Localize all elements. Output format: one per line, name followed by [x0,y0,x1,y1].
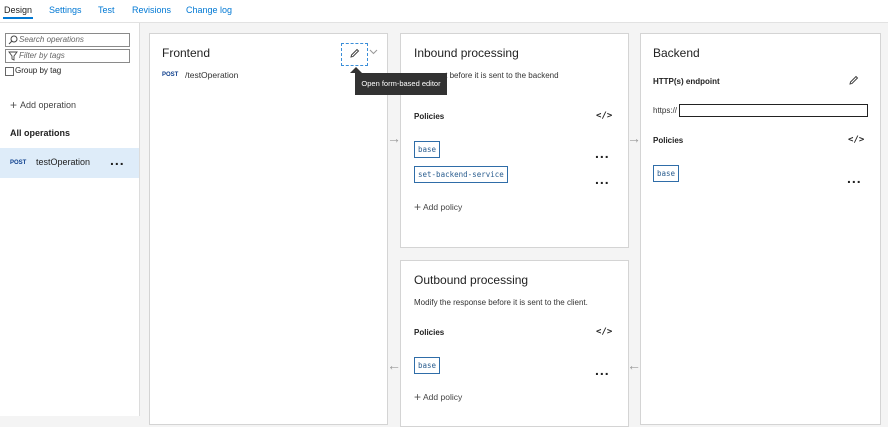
frontend-card: Frontend [149,33,388,425]
all-operations-link[interactable]: All operations [10,128,70,138]
backend-policies-label: Policies [653,136,684,145]
operation-row[interactable]: POST testOperation ... [0,148,139,178]
inbound-add-policy-button[interactable]: + Add policy [414,199,463,214]
inbound-policy-base[interactable]: base [414,141,441,158]
backend-url-prefix: https:// [653,106,678,115]
tab-change-log[interactable]: Change log [186,5,232,15]
edit-button[interactable] [341,43,368,66]
outbound-policy-base-more[interactable]: ... [595,363,610,377]
backend-policy-base[interactable]: base [653,165,680,182]
backend-title: Backend [653,46,700,60]
operations-panel: Group by tag +Add operation All operatio… [0,23,140,416]
frontend-path: /testOperation [185,70,239,80]
outbound-policies-label: Policies [414,328,445,337]
arrow-right-icon: → [627,130,641,146]
outbound-code-editor-icon[interactable]: </> [596,327,612,337]
search-icon [8,35,18,45]
inbound-code-editor-icon[interactable]: </> [596,111,612,121]
frontend-method-badge: POST [162,72,179,78]
plus-icon: + [414,390,422,404]
backend-policy-base-more[interactable]: ... [847,171,862,185]
tab-design[interactable]: Design [4,5,32,15]
active-tab-indicator [3,17,33,19]
group-by-tag-label: Group by tag [15,66,62,75]
inbound-policy-set-backend-service[interactable]: set-backend-service [414,166,508,183]
tab-test[interactable]: Test [98,5,115,15]
search-operations-box[interactable] [5,33,130,47]
search-operations-input[interactable] [19,34,125,45]
inbound-policy-set-backend-more[interactable]: ... [595,172,610,186]
outbound-description: Modify the response before it is sent to… [414,298,588,307]
plus-icon: + [414,200,422,214]
outbound-title: Outbound processing [414,273,529,287]
inbound-policy-base-more[interactable]: ... [595,146,610,160]
inbound-add-policy-label: Add policy [423,202,463,212]
operation-more-button[interactable]: ... [110,153,125,167]
plus-icon: + [10,98,18,112]
arrow-left-icon: ← [387,357,401,373]
frontend-title: Frontend [162,46,211,60]
outbound-add-policy-button[interactable]: + Add policy [414,389,463,404]
inbound-policies-label: Policies [414,112,445,121]
pencil-icon [350,48,360,58]
add-operation-label: Add operation [20,100,77,110]
backend-endpoint-label: HTTP(s) endpoint [653,77,720,86]
backend-url-field[interactable] [679,104,868,117]
outbound-add-policy-label: Add policy [423,392,463,402]
operation-name: testOperation [36,157,91,167]
tab-bar: Design Settings Test Revisions Change lo… [0,0,888,23]
backend-card: Backend HTTP(s) endpoint https:// Polici… [640,33,881,425]
tab-revisions[interactable]: Revisions [132,5,171,15]
arrow-left-icon: ← [627,357,641,373]
filter-tags-box[interactable] [5,49,130,63]
tab-settings[interactable]: Settings [49,5,82,15]
operation-method-badge: POST [10,160,27,166]
inbound-title: Inbound processing [414,46,519,60]
outbound-card: Outbound processing Modify the response … [400,260,629,427]
outbound-policy-base[interactable]: base [414,357,441,374]
group-by-tag-checkbox[interactable] [5,67,14,76]
open-form-editor-tooltip: Open form-based editor [355,73,447,95]
chevron-down-icon[interactable] [369,49,378,55]
arrow-right-icon: → [387,130,401,146]
filter-tags-input[interactable] [19,50,125,61]
pencil-icon[interactable] [848,75,859,86]
add-operation-button[interactable]: + Add operation [10,97,77,112]
filter-icon [8,51,18,61]
inbound-card: Inbound processing e request before it i… [400,33,629,248]
backend-code-editor-icon[interactable]: </> [848,135,864,145]
